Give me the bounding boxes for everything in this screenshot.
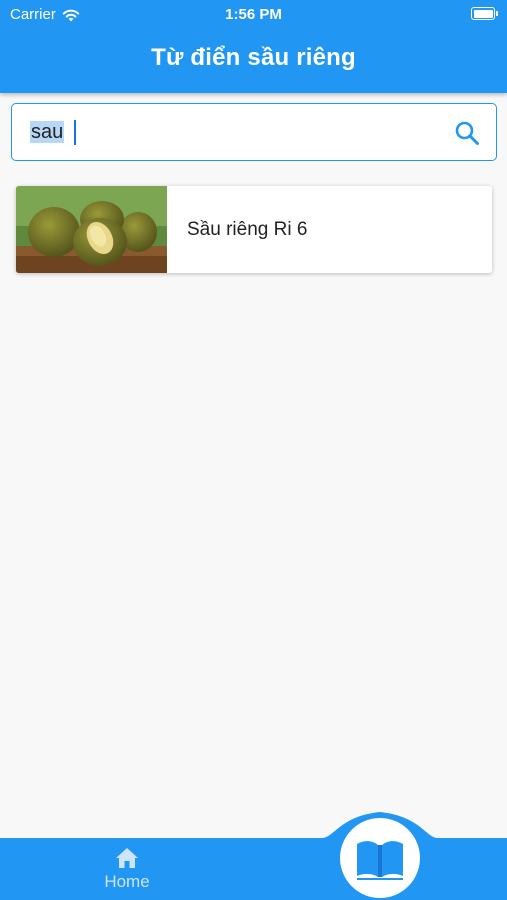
open-book-icon [357,841,403,880]
search-input[interactable]: sau [11,103,497,161]
text-caret [74,120,76,145]
durian-thumbnail [16,186,167,273]
home-icon [116,848,138,868]
bottom-nav: Home [0,808,507,900]
status-time: 1:56 PM [225,6,282,23]
app-header: Carrier 1:56 PM Từ điển sầu riêng [0,0,507,93]
nav-item-home[interactable]: Home [92,846,162,896]
search-icon[interactable] [454,120,480,146]
bottom-nav-background [0,812,507,900]
battery-icon [471,7,498,20]
dictionary-button[interactable] [340,818,420,898]
nav-item-home-label: Home [104,872,150,891]
status-bar: Carrier 1:56 PM [0,0,507,28]
list-item-label: Sầu riêng Ri 6 [187,219,308,240]
search-input-value[interactable]: sau [30,121,65,143]
list-item[interactable]: Sầu riêng Ri 6 [16,186,492,273]
page-title: Từ điển sầu riêng [151,44,356,71]
